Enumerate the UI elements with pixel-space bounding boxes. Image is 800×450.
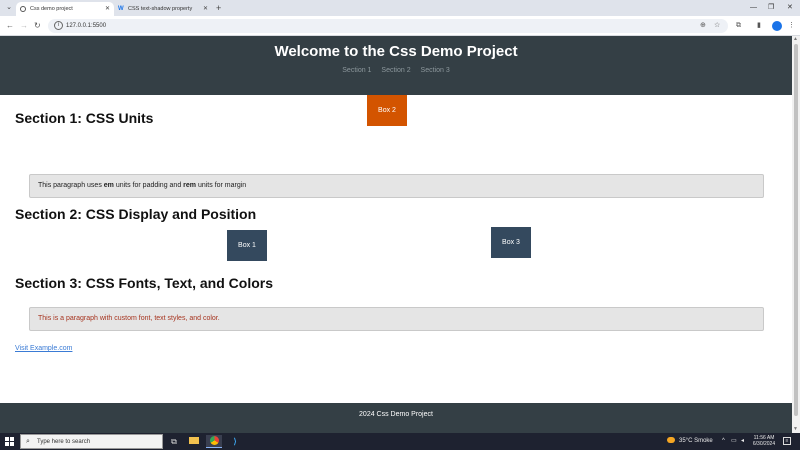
task-view-icon[interactable]: ⧉ — [166, 435, 182, 448]
nav-link-section-3[interactable]: Section 3 — [421, 67, 450, 74]
back-arrow-icon[interactable]: ← — [6, 20, 14, 32]
w3schools-icon: W — [118, 6, 124, 12]
section-2-heading: Section 2: CSS Display and Position — [15, 206, 257, 222]
search-placeholder: Type here to search — [37, 439, 91, 445]
tab-css-text-shadow[interactable]: W CSS text-shadow property ✕ — [114, 2, 212, 16]
close-icon[interactable]: ✕ — [105, 2, 110, 16]
para-text: This paragraph uses — [38, 182, 104, 189]
tab-title: CSS text-shadow property — [128, 6, 193, 12]
address-toolbar: ← → ↻ i 127.0.0.1:5500 ⊕ ☆ ⧉ ▮ ⋮ — [0, 16, 800, 36]
taskbar-clock[interactable]: 11:56 AM 6/30/2024 — [751, 435, 777, 447]
windows-taskbar: ⌕ Type here to search ⧉ ⟩ 35°C Smoke ^ ▭… — [0, 433, 800, 450]
site-header: Welcome to the Css Demo Project Section … — [0, 36, 792, 95]
file-explorer-icon[interactable] — [186, 435, 202, 448]
menu-kebab-icon[interactable]: ⋮ — [788, 20, 795, 32]
clock-date: 6/30/2024 — [752, 441, 776, 447]
nav-link-section-1[interactable]: Section 1 — [342, 67, 371, 74]
em-keyword: em — [103, 182, 114, 189]
vscode-taskbar-icon[interactable]: ⟩ — [227, 435, 243, 448]
site-title: Welcome to the Css Demo Project — [274, 43, 518, 60]
para-text: units for margin — [196, 182, 247, 189]
box-1: Box 1 — [227, 230, 267, 261]
reload-icon[interactable]: ↻ — [34, 20, 41, 32]
para-text: units for padding and — [113, 182, 184, 189]
taskbar-search[interactable]: ⌕ Type here to search — [20, 434, 163, 449]
section-1-heading: Section 1: CSS Units — [15, 110, 154, 126]
profile-avatar[interactable] — [772, 21, 782, 31]
rem-keyword: rem — [183, 182, 197, 189]
tray-chevron-icon[interactable]: ^ — [722, 433, 725, 450]
site-info-icon[interactable]: i — [54, 21, 63, 30]
new-tab-button[interactable]: + — [216, 2, 221, 14]
volume-icon[interactable]: ◂ — [741, 433, 744, 450]
side-panel-icon[interactable]: ▮ — [757, 20, 761, 32]
tab-search-icon[interactable]: ⌄ — [4, 3, 14, 13]
site-footer: 2024 Css Demo Project — [0, 403, 792, 433]
weather-text: 35°C Smoke — [679, 438, 713, 444]
browser-tab-bar: ⌄ Css demo project ✕ W CSS text-shadow p… — [0, 0, 800, 16]
visit-example-link[interactable]: Visit Example.com — [15, 345, 72, 352]
nav-link-section-2[interactable]: Section 2 — [381, 67, 410, 74]
web-page: Welcome to the Css Demo Project Section … — [0, 36, 792, 433]
scrollbar-thumb[interactable] — [794, 44, 798, 416]
url-text[interactable]: 127.0.0.1:5500 — [66, 19, 106, 33]
box-3: Box 3 — [491, 227, 531, 258]
restore-button[interactable]: ❐ — [768, 2, 774, 14]
extensions-icon[interactable]: ⧉ — [736, 20, 741, 32]
section-3-heading: Section 3: CSS Fonts, Text, and Colors — [15, 275, 273, 291]
units-paragraph: This paragraph uses em units for padding… — [29, 174, 764, 198]
box-2: Box 2 — [367, 95, 407, 126]
zoom-icon[interactable]: ⊕ — [700, 20, 706, 32]
styled-paragraph: This is a paragraph with custom font, te… — [29, 307, 764, 331]
globe-icon — [20, 6, 26, 12]
bookmark-star-icon[interactable]: ☆ — [714, 20, 720, 32]
windows-start-icon[interactable] — [5, 437, 14, 446]
search-icon: ⌕ — [26, 438, 30, 445]
chrome-taskbar-icon[interactable] — [206, 435, 222, 448]
tab-css-demo-project[interactable]: Css demo project ✕ — [16, 2, 114, 16]
tab-title: Css demo project — [30, 6, 73, 12]
close-icon[interactable]: ✕ — [203, 2, 208, 16]
minimize-button[interactable]: — — [750, 2, 757, 14]
forward-arrow-icon[interactable]: → — [20, 20, 28, 32]
weather-widget[interactable]: 35°C Smoke — [667, 433, 713, 450]
address-bar[interactable]: i 127.0.0.1:5500 — [48, 19, 728, 33]
scroll-down-arrow-icon[interactable]: ▼ — [793, 426, 798, 432]
notification-icon[interactable]: ≡ — [783, 437, 791, 445]
window-close-button[interactable]: ✕ — [787, 2, 793, 14]
scroll-up-arrow-icon[interactable]: ▲ — [793, 36, 798, 42]
network-icon[interactable]: ▭ — [731, 433, 737, 450]
site-nav: Section 1 Section 2 Section 3 — [0, 67, 792, 74]
weather-icon — [667, 437, 675, 443]
